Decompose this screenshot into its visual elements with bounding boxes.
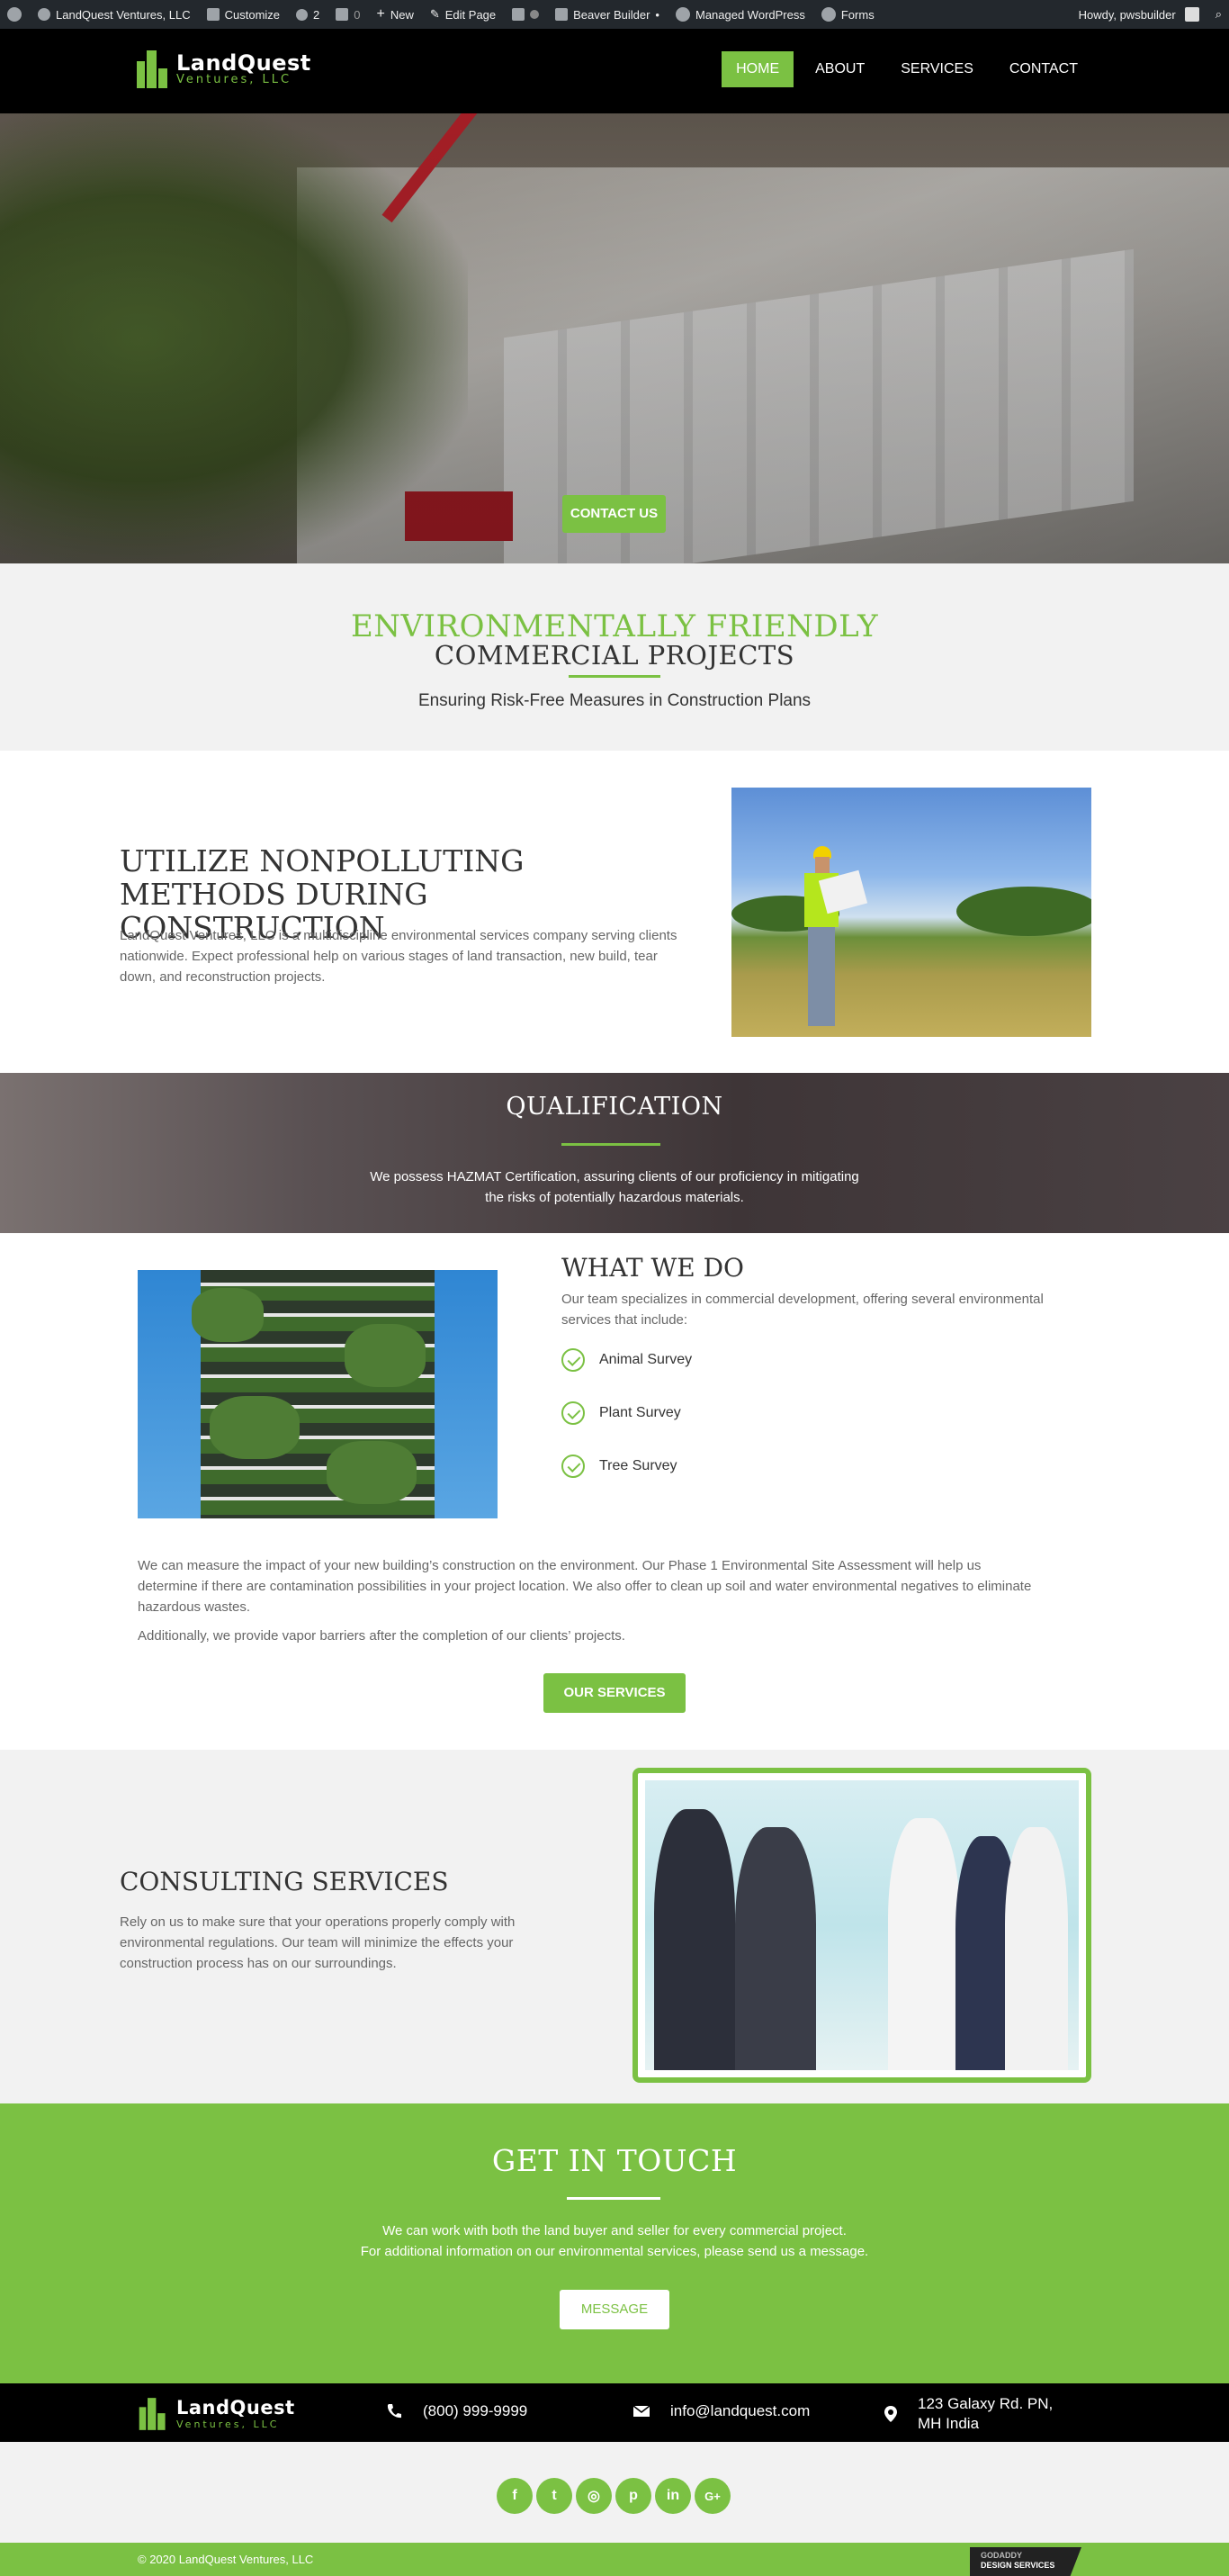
footer-email[interactable]: info@landquest.com (632, 2402, 810, 2420)
nav-home[interactable]: HOME (722, 51, 794, 87)
intro-section: ENVIRONMENTALLY FRIENDLY COMMERCIAL PROJ… (0, 563, 1229, 751)
admin-customize[interactable]: Customize (206, 8, 280, 22)
copyright-text: © 2020 LandQuest Ventures, LLC (138, 2553, 314, 2566)
admin-comments[interactable]: 0 (336, 8, 361, 22)
instagram-icon[interactable]: ◎ (576, 2478, 612, 2514)
pencil-icon: ✎ (429, 7, 440, 21)
admin-howdy[interactable]: Howdy, pwsbuilder (1079, 8, 1176, 22)
footer-address: 123 Galaxy Rd. PN, MH India (882, 2394, 1080, 2434)
worker-field-image (731, 788, 1091, 1037)
facebook-icon[interactable]: f (497, 2478, 533, 2514)
builder-icon (555, 8, 569, 21)
map-pin-icon (882, 2405, 900, 2423)
site-logo[interactable]: LandQuest Ventures, LLC (137, 50, 311, 88)
search-icon[interactable]: ⌕ (1216, 7, 1222, 22)
plus-icon: + (376, 6, 385, 22)
hero-banner: CONTACT US (0, 113, 1229, 563)
admin-managed-wordpress[interactable]: Managed WordPress (675, 7, 805, 22)
consulting-body: Rely on us to make sure that your operat… (120, 1914, 516, 1971)
footer-logo[interactable]: LandQuest Ventures, LLC (137, 2395, 295, 2433)
brush-icon (206, 8, 220, 21)
utilize-body: LandQuest Ventures, LLC is a multidiscip… (120, 928, 677, 985)
service-item: Tree Survey (561, 1455, 677, 1478)
touch-divider (567, 2197, 660, 2200)
wp-admin-bar: LandQuest Ventures, LLC Customize 2 0 + N… (0, 0, 1229, 29)
touch-body: We can work with both the land buyer and… (360, 2223, 869, 2259)
consulting-heading: CONSULTING SERVICES (120, 1867, 449, 1896)
intro-title-line2: COMMERCIAL PROJECTS (434, 640, 795, 671)
updates-icon (296, 8, 309, 21)
admin-yoast[interactable] (512, 8, 540, 21)
footer-phone[interactable]: (800) 999-9999 (385, 2402, 527, 2420)
service-item: Plant Survey (561, 1401, 681, 1425)
comment-icon (336, 8, 349, 21)
admin-site-name[interactable]: LandQuest Ventures, LLC (38, 8, 191, 22)
admin-beaver-builder[interactable]: Beaver Builder • (555, 8, 659, 22)
business-meeting-image (632, 1768, 1091, 2083)
vertical-forest-image (138, 1270, 498, 1518)
nav-contact[interactable]: CONTACT (995, 51, 1092, 87)
avatar[interactable] (1184, 7, 1199, 22)
service-item: Animal Survey (561, 1348, 692, 1372)
logo-tagline: Ventures, LLC (176, 73, 292, 86)
intro-subtitle: Ensuring Risk-Free Measures in Construct… (417, 691, 812, 710)
admin-forms[interactable]: Forms (821, 7, 875, 22)
check-icon (561, 1401, 585, 1425)
our-services-button[interactable]: OUR SERVICES (543, 1673, 686, 1713)
qualification-divider (561, 1143, 660, 1146)
wordpress-logo-icon[interactable] (7, 7, 22, 22)
admin-new[interactable]: + New (377, 6, 414, 23)
measure-paragraph: We can measure the impact of your new bu… (138, 1558, 1032, 1615)
message-button[interactable]: MESSAGE (560, 2290, 669, 2329)
social-section: f t ◎ p in G+ (0, 2442, 1229, 2543)
footer-contact-bar: LandQuest Ventures, LLC (800) 999-9999 i… (0, 2383, 1229, 2442)
consulting-section: CONSULTING SERVICES Rely on us to make s… (0, 1750, 1229, 2103)
vapor-paragraph: Additionally, we provide vapor barriers … (138, 1628, 625, 1644)
intro-title-line1: ENVIRONMENTALLY FRIENDLY (350, 608, 879, 644)
logo-building-icon (137, 50, 169, 88)
logo-name: LandQuest (176, 50, 311, 76)
logo-building-icon (139, 2398, 167, 2430)
forms-icon (821, 7, 836, 22)
get-in-touch-section: GET IN TOUCH We can work with both the l… (0, 2103, 1229, 2383)
main-nav: HOME ABOUT SERVICES CONTACT (722, 51, 1092, 87)
pinterest-icon[interactable]: p (615, 2478, 651, 2514)
what-we-do-intro: Our team specializes in commercial devel… (561, 1292, 1044, 1328)
qualification-heading: QUALIFICATION (506, 1093, 723, 1121)
home-icon (38, 8, 50, 21)
twitter-icon[interactable]: t (536, 2478, 572, 2514)
check-icon (561, 1455, 585, 1478)
gear-icon (675, 7, 690, 22)
nav-services[interactable]: SERVICES (886, 51, 988, 87)
linkedin-icon[interactable]: in (655, 2478, 691, 2514)
qualification-body: We possess HAZMAT Certification, assurin… (370, 1169, 859, 1205)
site-header: LandQuest Ventures, LLC HOME ABOUT SERVI… (0, 29, 1229, 113)
admin-edit-page[interactable]: ✎ Edit Page (430, 7, 496, 22)
touch-heading: GET IN TOUCH (491, 2143, 738, 2178)
godaddy-badge[interactable]: GODADDY DESIGN SERVICES (970, 2547, 1081, 2576)
copyright-bar: © 2020 LandQuest Ventures, LLC GODADDY D… (0, 2543, 1229, 2576)
phone-icon (385, 2402, 403, 2420)
contact-us-button[interactable]: CONTACT US (562, 495, 666, 533)
social-icons: f t ◎ p in G+ (497, 2478, 731, 2514)
yoast-icon (512, 8, 525, 21)
intro-divider (569, 675, 660, 678)
admin-updates[interactable]: 2 (296, 8, 319, 22)
status-dot-icon (530, 10, 540, 19)
google-plus-icon[interactable]: G+ (695, 2478, 731, 2514)
nav-about[interactable]: ABOUT (801, 51, 879, 87)
qualification-section: QUALIFICATION We possess HAZMAT Certific… (0, 1073, 1229, 1233)
what-we-do-heading: WHAT WE DO (561, 1253, 744, 1283)
envelope-icon (632, 2402, 650, 2420)
check-icon (561, 1348, 585, 1372)
dot-icon: • (655, 7, 659, 22)
